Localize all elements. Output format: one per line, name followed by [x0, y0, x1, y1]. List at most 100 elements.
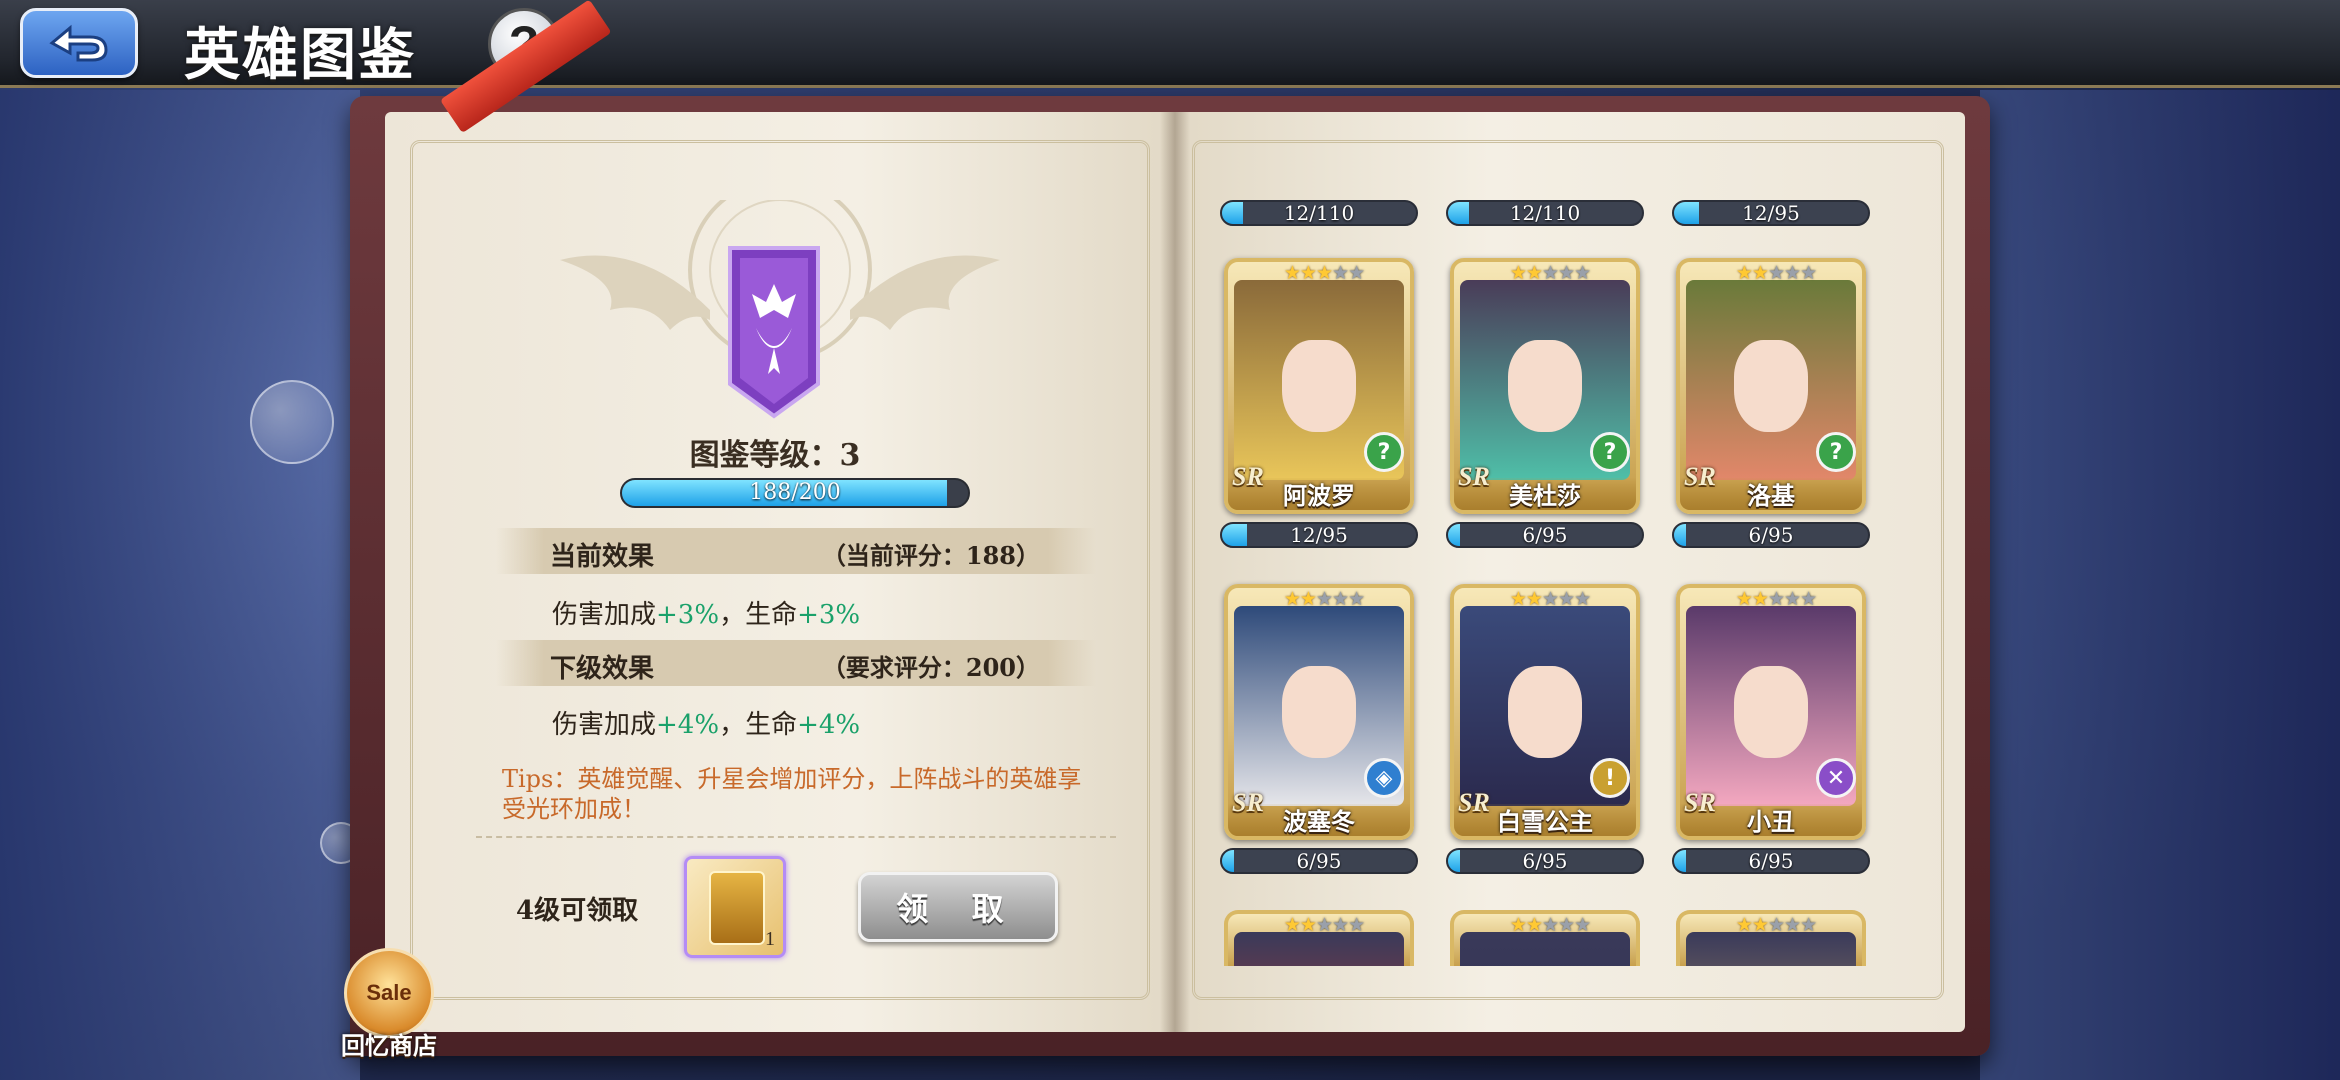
effect-label: ，生命 [719, 710, 798, 740]
star-icon: ★ [1332, 588, 1349, 610]
hero-name: 阿波罗 [1283, 481, 1355, 510]
bar-text: 6/95 [1748, 523, 1794, 547]
hero-progress-bar: 12/95 [1672, 200, 1870, 226]
star-icon: ★ [1751, 262, 1769, 284]
hero-face [1734, 666, 1808, 758]
hero-face [1734, 340, 1808, 432]
hero-progress-bar: 6/95 [1446, 848, 1644, 874]
star-rating: ★★★★★ [1490, 262, 1610, 284]
reward-item[interactable]: 1 [684, 856, 786, 958]
bar-text: 12/110 [1283, 201, 1355, 225]
star-icon: ★ [1315, 262, 1333, 284]
star-icon: ★ [1735, 588, 1753, 610]
hero-face [1508, 340, 1582, 432]
hero-grid[interactable]: 12/110 12/110 12/95 ★★★★★ SR? 阿波罗 12/95 ★★★★★ SR… [1210, 176, 1900, 966]
effect-value: +4% [656, 710, 720, 740]
current-effect-title: 当前效果 [550, 542, 655, 572]
effect-value: +3% [797, 600, 861, 630]
star-icon: ★ [1509, 262, 1527, 284]
star-icon: ★ [1784, 262, 1801, 284]
sale-shop-icon[interactable]: Sale [344, 948, 434, 1038]
star-icon: ★ [1299, 262, 1317, 284]
star-icon: ★ [1767, 914, 1785, 936]
top-bar: 英雄图鉴 ? [0, 0, 2340, 88]
bar-text: 6/95 [1522, 849, 1568, 873]
hero-card[interactable]: ★★★★★ SR ✕ 小丑 [1676, 584, 1866, 840]
star-rating: ★★★★★ [1716, 262, 1836, 284]
hero-progress-bar: 12/110 [1220, 200, 1418, 226]
star-icon: ★ [1800, 262, 1817, 284]
claim-condition: 4级可领取 [516, 896, 639, 926]
star-icon: ★ [1332, 262, 1349, 284]
star-icon: ★ [1525, 262, 1543, 284]
page-title: 英雄图鉴 [184, 22, 416, 88]
effect-label: 伤害加成 [552, 710, 657, 740]
star-icon: ★ [1348, 262, 1365, 284]
current-effect-text: 伤害加成+3%，生命+3% [552, 594, 860, 631]
hero-card[interactable]: ★★★★★ SR? 阿波罗 [1224, 258, 1414, 514]
hero-class-icon: ? [1816, 432, 1856, 472]
star-icon: ★ [1767, 588, 1785, 610]
bar-text: 12/110 [1509, 201, 1581, 225]
hero-name: 小丑 [1747, 807, 1795, 836]
star-rating: ★★★★★ [1264, 588, 1384, 610]
bar-text: 6/95 [1748, 849, 1794, 873]
effect-label: 伤害加成 [552, 600, 657, 630]
bar-text: 12/95 [1742, 201, 1800, 225]
star-rating: ★★★★★ [1490, 914, 1610, 936]
hero-progress-bar: 6/95 [1446, 522, 1644, 548]
hero-portrait [1234, 932, 1404, 966]
hero-card[interactable]: ★★★★★ SR! 白雪公主 [1450, 584, 1640, 840]
star-icon: ★ [1541, 914, 1559, 936]
collection-badge-icon [728, 246, 820, 419]
hero-card[interactable]: ★★★★★ SR ◈ 波塞冬 [1224, 584, 1414, 840]
reward-card-icon [709, 871, 765, 945]
tips-text: Tips：英雄觉醒、升星会增加评分，上阵战斗的英雄享受光环加成！ [502, 765, 1082, 823]
star-icon: ★ [1784, 914, 1801, 936]
star-icon: ★ [1348, 914, 1365, 936]
hero-face [1282, 340, 1356, 432]
hero-name: 洛基 [1747, 481, 1795, 510]
star-icon: ★ [1283, 588, 1301, 610]
star-icon: ★ [1574, 588, 1591, 610]
star-icon: ★ [1299, 588, 1317, 610]
bar-text: 6/95 [1522, 523, 1568, 547]
star-icon: ★ [1558, 262, 1575, 284]
hero-card[interactable]: ★★★★★ [1450, 910, 1640, 966]
hero-card[interactable]: ★★★★★ SR? 洛基 [1676, 258, 1866, 514]
star-icon: ★ [1315, 588, 1333, 610]
star-icon: ★ [1348, 588, 1365, 610]
back-button[interactable] [20, 8, 138, 78]
claim-button[interactable]: 领 取 [858, 872, 1058, 942]
hero-class-icon: ? [1364, 432, 1404, 472]
effect-label: ，生命 [719, 600, 798, 630]
hero-portrait [1460, 932, 1630, 966]
star-icon: ★ [1735, 262, 1753, 284]
hero-class-icon: ◈ [1364, 758, 1404, 798]
star-icon: ★ [1735, 914, 1753, 936]
back-arrow-icon [49, 24, 108, 62]
bar-text: 6/95 [1296, 849, 1342, 873]
star-rating: ★★★★★ [1264, 262, 1384, 284]
star-rating: ★★★★★ [1716, 588, 1836, 610]
current-effect-band: 当前效果 （当前评分：188） [496, 528, 1096, 574]
hero-card[interactable]: ★★★★★ [1224, 910, 1414, 966]
next-effect-band: 下级效果 （要求评分：200） [496, 640, 1096, 686]
star-icon: ★ [1784, 588, 1801, 610]
star-icon: ★ [1525, 914, 1543, 936]
sale-shop-label[interactable]: 回忆商店 [334, 1026, 444, 1061]
star-icon: ★ [1751, 588, 1769, 610]
hero-card[interactable]: ★★★★★ [1676, 910, 1866, 966]
required-score: （要求评分：200） [821, 653, 1040, 682]
collection-level: 图鉴等级：3 [689, 438, 861, 473]
hero-face [1282, 666, 1356, 758]
background-left [0, 90, 360, 1080]
star-icon: ★ [1332, 914, 1349, 936]
hero-progress-bar: 6/95 [1672, 522, 1870, 548]
reward-count: 1 [765, 928, 775, 950]
next-effect-title: 下级效果 [550, 654, 655, 684]
hero-card[interactable]: ★★★★★ SR? 美杜莎 [1450, 258, 1640, 514]
current-score: （当前评分：188） [821, 541, 1040, 570]
effect-value: +4% [797, 710, 861, 740]
hero-progress-bar: 12/110 [1446, 200, 1644, 226]
